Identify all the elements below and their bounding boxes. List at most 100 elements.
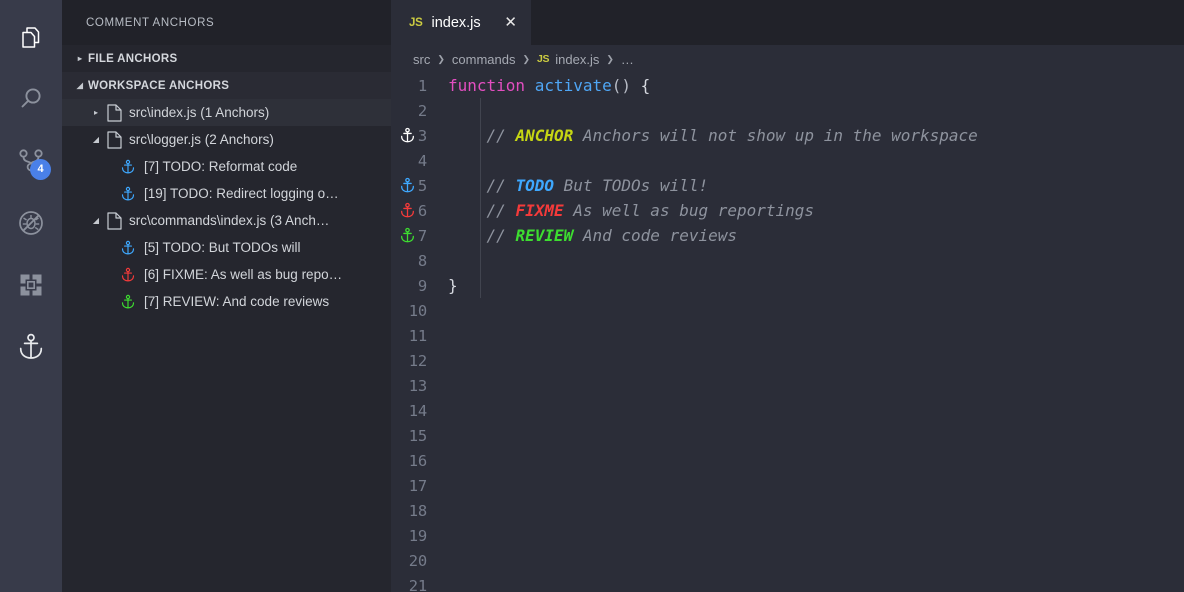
line-number: 16 xyxy=(408,451,427,470)
tree-row-label: [7] REVIEW: And code reviews xyxy=(144,294,330,309)
line-number: 9 xyxy=(417,276,427,295)
code-token: } xyxy=(448,276,458,295)
gutter-anchor-icon[interactable] xyxy=(394,223,420,248)
tree-row-file[interactable]: ◢ src\logger.js (2 Anchors) xyxy=(62,126,391,153)
source-control-badge: 4 xyxy=(30,159,51,180)
chevron-right-icon: ▸ xyxy=(93,108,98,117)
line-number: 17 xyxy=(408,476,427,495)
code-line[interactable]: 17 xyxy=(391,473,1184,498)
code-line[interactable]: 11 xyxy=(391,323,1184,348)
anchor-icon xyxy=(118,239,138,257)
activity-item-source-control[interactable]: 4 xyxy=(0,130,62,192)
code-line[interactable]: 12 xyxy=(391,348,1184,373)
breadcrumb-item-commands[interactable]: commands xyxy=(452,52,516,67)
line-number: 4 xyxy=(417,151,427,170)
breadcrumb-item-index-js[interactable]: index.js xyxy=(555,52,599,67)
tree-row-anchor[interactable]: [7] TODO: Reformat code xyxy=(62,153,391,180)
code-line[interactable]: 7 // REVIEW And code reviews xyxy=(391,223,1184,248)
line-text: // REVIEW And code reviews xyxy=(448,226,1184,245)
tree-row-anchor[interactable]: [5] TODO: But TODOs will xyxy=(62,234,391,261)
tree-row-label: src\commands\index.js (3 Anch… xyxy=(129,213,330,228)
line-number: 2 xyxy=(417,101,427,120)
breadcrumb-item-symbol[interactable]: … xyxy=(621,52,634,67)
code-line[interactable]: 6 // FIXME As well as bug reportings xyxy=(391,198,1184,223)
code-line[interactable]: 10 xyxy=(391,298,1184,323)
file-icon xyxy=(104,103,124,122)
tree-row-anchor[interactable]: [7] REVIEW: And code reviews xyxy=(62,288,391,315)
breadcrumb: src ❯ commands ❯ JS index.js ❯ … xyxy=(391,45,1184,73)
anchor-icon xyxy=(118,158,138,176)
line-text: // ANCHOR Anchors will not show up in th… xyxy=(448,126,1184,145)
line-number: 14 xyxy=(408,401,427,420)
code-line[interactable]: 15 xyxy=(391,423,1184,448)
code-line[interactable]: 20 xyxy=(391,548,1184,573)
file-icon xyxy=(104,130,124,149)
line-number: 13 xyxy=(408,376,427,395)
code-token: // xyxy=(448,201,516,220)
code-line[interactable]: 2 xyxy=(391,98,1184,123)
code-token: // xyxy=(448,126,516,145)
line-text: function activate() { xyxy=(448,76,1184,95)
gutter-anchor-icon[interactable] xyxy=(394,198,420,223)
tree-row-file[interactable]: ▸ src\index.js (1 Anchors) xyxy=(62,99,391,126)
chevron-down-icon: ◢ xyxy=(92,216,100,225)
activity-item-extensions[interactable] xyxy=(0,254,62,316)
vscode-window: 4 COMMENT ANCHORS ▸ FILE ANCHORS ◢ WORKS… xyxy=(0,0,1184,592)
code-editor[interactable]: 1 function activate() { 2 3 // ANCHOR Ancho… xyxy=(391,73,1184,592)
chevron-down-icon: ◢ xyxy=(76,81,84,90)
breadcrumb-item-src[interactable]: src xyxy=(413,52,430,67)
chevron-right-icon: ❯ xyxy=(437,53,445,64)
extensions-icon xyxy=(18,272,44,298)
code-line[interactable]: 8 xyxy=(391,248,1184,273)
line-text: // TODO But TODOs will! xyxy=(448,176,1184,195)
code-line[interactable]: 18 xyxy=(391,498,1184,523)
close-icon[interactable]: ✕ xyxy=(503,15,519,30)
code-line[interactable]: 13 xyxy=(391,373,1184,398)
code-token: activate xyxy=(534,76,612,95)
code-line[interactable]: 4 xyxy=(391,148,1184,173)
activity-item-run-and-debug[interactable] xyxy=(0,192,62,254)
code-token: And code reviews xyxy=(573,226,737,245)
code-token: FIXME xyxy=(515,201,564,220)
code-line[interactable]: 19 xyxy=(391,523,1184,548)
tree-row-anchor[interactable]: [19] TODO: Redirect logging o… xyxy=(62,180,391,207)
section-header-workspace-anchors[interactable]: ◢ WORKSPACE ANCHORS xyxy=(62,72,391,99)
tree-row-label: [19] TODO: Redirect logging o… xyxy=(144,186,339,201)
editor-group: JS index.js ✕ src ❯ commands ❯ JS index.… xyxy=(391,0,1184,592)
code-token: As well as bug reportings xyxy=(563,201,815,220)
gutter-anchor-icon[interactable] xyxy=(394,173,420,198)
code-token: function xyxy=(448,76,526,95)
code-line[interactable]: 3 // ANCHOR Anchors will not show up in … xyxy=(391,123,1184,148)
code-token: But TODOs will! xyxy=(553,176,709,195)
code-line[interactable]: 5 // TODO But TODOs will! xyxy=(391,173,1184,198)
gutter-anchor-icon[interactable] xyxy=(394,123,420,148)
code-line[interactable]: 9} xyxy=(391,273,1184,298)
anchor-icon xyxy=(118,185,138,203)
activity-item-explorer[interactable] xyxy=(0,6,62,68)
js-file-icon: JS xyxy=(409,16,423,29)
code-line[interactable]: 14 xyxy=(391,398,1184,423)
activity-item-comment-anchors[interactable] xyxy=(0,316,62,378)
tree-row-label: [7] TODO: Reformat code xyxy=(144,159,298,174)
code-line[interactable]: 1 function activate() { xyxy=(391,73,1184,98)
line-number: 15 xyxy=(408,426,427,445)
tree-row-label: [5] TODO: But TODOs will xyxy=(144,240,301,255)
files-icon xyxy=(17,23,45,51)
tab-index-js[interactable]: JS index.js ✕ xyxy=(391,0,531,45)
sidebar: COMMENT ANCHORS ▸ FILE ANCHORS ◢ WORKSPA… xyxy=(62,0,391,592)
section-header-file-anchors[interactable]: ▸ FILE ANCHORS xyxy=(62,45,391,72)
anchor-icon xyxy=(118,266,138,284)
tab-label: index.js xyxy=(431,14,481,31)
activity-item-search[interactable] xyxy=(0,68,62,130)
chevron-down-icon: ◢ xyxy=(92,135,100,144)
tree-row-file[interactable]: ◢ src\commands\index.js (3 Anch… xyxy=(62,207,391,234)
activity-bar: 4 xyxy=(0,0,62,592)
code-line[interactable]: 16 xyxy=(391,448,1184,473)
file-icon xyxy=(104,211,124,230)
code-line[interactable]: 21 xyxy=(391,573,1184,592)
line-number: 10 xyxy=(408,301,427,320)
tree-row-anchor[interactable]: [6] FIXME: As well as bug repo… xyxy=(62,261,391,288)
line-number: 21 xyxy=(408,576,427,592)
